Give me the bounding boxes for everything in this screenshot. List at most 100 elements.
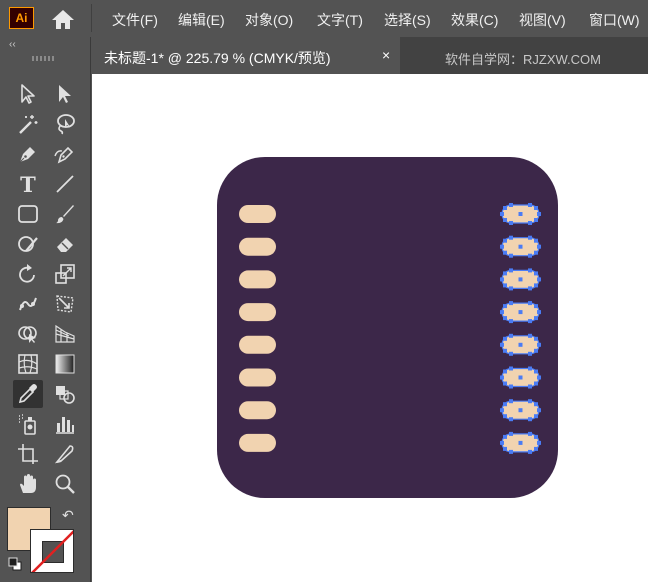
anchor-point[interactable] [537, 277, 541, 282]
free-transform-tool[interactable] [50, 290, 80, 318]
anchor-point[interactable] [528, 351, 532, 356]
anchor-point[interactable] [503, 304, 507, 309]
anchor-point[interactable] [509, 253, 513, 258]
anchor-point[interactable] [528, 449, 532, 454]
anchor-point[interactable] [500, 212, 504, 216]
anchor-point[interactable] [503, 283, 507, 288]
zoom-tool[interactable] [50, 470, 80, 498]
anchor-point[interactable] [528, 286, 532, 291]
anchor-point[interactable] [500, 440, 504, 445]
rectangle-tool[interactable] [13, 200, 43, 228]
anchor-point[interactable] [537, 440, 541, 445]
anchor-point[interactable] [509, 333, 513, 338]
anchor-point[interactable] [537, 342, 541, 347]
menu-object[interactable]: 对象(O) [245, 10, 293, 30]
anchor-point[interactable] [509, 449, 513, 454]
anchor-point[interactable] [534, 402, 538, 407]
anchor-point[interactable] [528, 384, 532, 389]
eyedropper-tool[interactable] [13, 380, 43, 408]
canvas[interactable] [92, 74, 648, 582]
rotate-tool[interactable] [13, 260, 43, 288]
right-pin-selected[interactable] [500, 203, 541, 225]
anchor-point[interactable] [534, 348, 538, 353]
right-pin-selected[interactable] [500, 333, 541, 356]
anchor-point[interactable] [500, 277, 504, 282]
direct-selection-tool[interactable] [50, 80, 80, 108]
anchor-point[interactable] [503, 336, 507, 341]
anchor-point[interactable] [503, 434, 507, 439]
menu-select[interactable]: 选择(S) [384, 10, 431, 30]
anchor-point[interactable] [503, 250, 507, 255]
gradient-tool[interactable] [50, 350, 80, 378]
anchor-point[interactable] [503, 238, 507, 243]
anchor-point[interactable] [534, 206, 538, 210]
selection-tool[interactable] [13, 80, 43, 108]
left-pin[interactable] [239, 237, 276, 256]
eraser-tool[interactable] [50, 230, 80, 258]
right-pin-selected[interactable] [500, 301, 541, 324]
anchor-point[interactable] [528, 301, 532, 306]
left-pin[interactable] [239, 433, 276, 452]
anchor-point[interactable] [528, 366, 532, 371]
anchor-point[interactable] [528, 417, 532, 422]
menu-type[interactable]: 文字(T) [317, 10, 363, 30]
type-tool[interactable]: T [13, 170, 43, 198]
anchor-point[interactable] [528, 221, 532, 225]
anchor-point[interactable] [503, 316, 507, 321]
puppet-warp-tool[interactable] [13, 290, 43, 318]
anchor-point[interactable] [503, 381, 507, 386]
panel-grip[interactable] [32, 56, 56, 61]
anchor-point[interactable] [537, 375, 541, 380]
anchor-point[interactable] [509, 431, 513, 436]
anchor-point[interactable] [534, 381, 538, 386]
anchor-point[interactable] [534, 238, 538, 243]
pen-tool[interactable] [13, 140, 43, 168]
anchor-point[interactable] [500, 375, 504, 380]
anchor-point[interactable] [534, 218, 538, 222]
anchor-point[interactable] [534, 336, 538, 341]
anchor-point[interactable] [509, 203, 513, 207]
column-graph-tool[interactable] [50, 410, 80, 438]
anchor-point[interactable] [500, 342, 504, 347]
scale-tool[interactable] [50, 260, 80, 288]
anchor-point[interactable] [503, 369, 507, 374]
anchor-point[interactable] [509, 319, 513, 324]
swap-fill-stroke-icon[interactable]: ↶ [62, 507, 74, 524]
anchor-point[interactable] [534, 414, 538, 419]
anchor-point[interactable] [509, 286, 513, 291]
anchor-point[interactable] [503, 446, 507, 451]
symbol-sprayer-tool[interactable] [13, 410, 43, 438]
home-icon[interactable] [49, 7, 77, 31]
anchor-point[interactable] [534, 316, 538, 321]
stroke-color-swatch[interactable] [30, 529, 74, 573]
anchor-point[interactable] [528, 319, 532, 324]
anchor-point[interactable] [537, 408, 541, 413]
anchor-point[interactable] [534, 304, 538, 309]
anchor-point[interactable] [534, 446, 538, 451]
anchor-point[interactable] [509, 366, 513, 371]
left-pin[interactable] [239, 270, 276, 289]
anchor-point[interactable] [528, 431, 532, 436]
right-pin-selected[interactable] [500, 235, 541, 258]
anchor-point[interactable] [528, 253, 532, 258]
left-pin[interactable] [239, 401, 276, 420]
shape-builder-tool[interactable] [13, 320, 43, 348]
shaper-tool[interactable] [13, 230, 43, 258]
menu-view[interactable]: 视图(V) [519, 10, 566, 30]
anchor-point[interactable] [537, 212, 541, 216]
anchor-point[interactable] [534, 271, 538, 276]
left-pin[interactable] [239, 205, 276, 223]
anchor-point[interactable] [509, 399, 513, 404]
line-segment-tool[interactable] [50, 170, 80, 198]
menu-effect[interactable]: 效果(C) [451, 10, 498, 30]
menu-edit[interactable]: 编辑(E) [178, 10, 225, 30]
anchor-point[interactable] [500, 310, 504, 315]
menu-file[interactable]: 文件(F) [112, 10, 158, 30]
anchor-point[interactable] [509, 221, 513, 225]
anchor-point[interactable] [534, 283, 538, 288]
anchor-point[interactable] [528, 235, 532, 240]
slice-tool[interactable] [50, 440, 80, 468]
anchor-point[interactable] [528, 399, 532, 404]
anchor-point[interactable] [500, 408, 504, 413]
paintbrush-tool[interactable] [50, 200, 80, 228]
